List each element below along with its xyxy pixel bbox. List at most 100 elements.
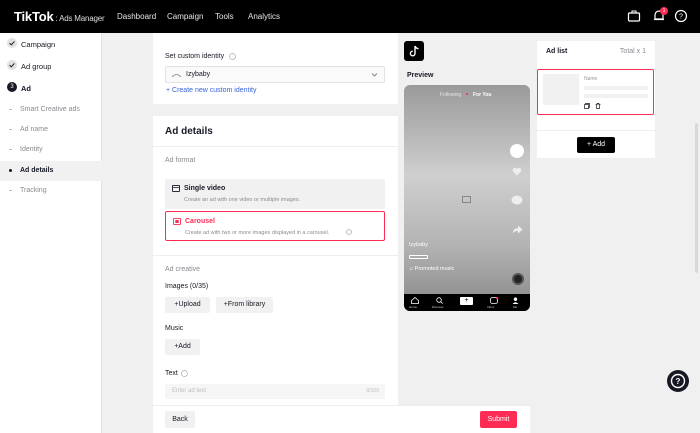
- avatar: [172, 74, 181, 78]
- identity-select[interactable]: Izybaby: [165, 66, 385, 83]
- notification-badge: 1: [660, 7, 668, 15]
- sidebar-item-label: Ad name: [20, 126, 49, 133]
- info-icon[interactable]: [229, 53, 236, 60]
- submit-button[interactable]: Submit: [480, 411, 517, 428]
- create-identity-link[interactable]: + Create new custom identity: [166, 87, 256, 94]
- scrollbar-thumb[interactable]: [695, 123, 698, 273]
- add-music-button[interactable]: +Add: [165, 339, 200, 355]
- format-carousel[interactable]: Carousel Create ad with two or more imag…: [165, 211, 385, 241]
- live-dot: [466, 93, 468, 95]
- format-single-video[interactable]: Single video Create an ad with one video…: [165, 179, 385, 209]
- sidebar-item-tracking[interactable]: Tracking: [0, 181, 102, 201]
- scrollbar[interactable]: [693, 33, 700, 433]
- ad-name-bar: [584, 86, 648, 90]
- tiktok-icon: [404, 41, 424, 61]
- share-icon: [512, 225, 523, 234]
- divider: [537, 130, 655, 131]
- text-label: Text: [165, 370, 178, 377]
- help-icon[interactable]: ?: [674, 9, 688, 23]
- promoted-music-label: ♫ Promoted music: [409, 266, 455, 272]
- step-campaign[interactable]: Campaign: [0, 33, 102, 55]
- tab-following: Following: [440, 92, 462, 98]
- divider: [9, 129, 12, 130]
- nav-discover-label: Discover: [432, 305, 444, 309]
- help-chat-icon[interactable]: ?: [667, 370, 689, 392]
- nav-home-label: Home: [409, 305, 418, 309]
- ad-thumbnail: [543, 74, 579, 105]
- step-label: Campaign: [21, 40, 56, 49]
- comment-icon: [511, 195, 523, 205]
- nav-dashboard[interactable]: Dashboard: [117, 12, 156, 21]
- sidebar-item-label: Tracking: [20, 187, 47, 194]
- inbox-icon: [490, 297, 498, 304]
- copy-icon[interactable]: [584, 103, 590, 109]
- svg-text:?: ?: [676, 377, 681, 386]
- step-label: Ad: [21, 84, 31, 93]
- ad-list-item[interactable]: Name: [537, 69, 654, 115]
- chevron-down-icon: [371, 73, 378, 77]
- ad-name-bar: [584, 94, 648, 98]
- ad-text-input[interactable]: Enter ad text 0/100: [165, 384, 385, 399]
- format-description: Create ad with two or more images displa…: [185, 230, 330, 236]
- sidebar-item-ad-name[interactable]: Ad name: [0, 120, 102, 140]
- divider: [9, 109, 12, 110]
- format-title: Carousel: [185, 218, 215, 225]
- upload-button[interactable]: +Upload: [165, 297, 210, 313]
- logo-text: TikTok: [14, 9, 54, 24]
- info-icon[interactable]: [181, 370, 188, 377]
- step-label: Ad group: [21, 62, 52, 71]
- heart-icon: [512, 167, 522, 176]
- sidebar-item-label: Smart Creative ads: [20, 106, 80, 113]
- logo-subtitle: : Ads Manager: [55, 14, 105, 23]
- ad-list-total: Total x 1: [619, 48, 646, 55]
- divider: [9, 149, 12, 150]
- nav-tools[interactable]: Tools: [215, 12, 234, 21]
- footer-bar: Back Submit: [153, 405, 530, 433]
- step-ad[interactable]: 3 Ad: [0, 77, 102, 99]
- format-description: Create an ad with one video or multiple …: [184, 197, 301, 203]
- create-icon: +: [460, 297, 473, 305]
- sidebar-item-identity[interactable]: Identity: [0, 140, 102, 160]
- step-number: 3: [7, 82, 17, 92]
- check-icon: [7, 38, 17, 48]
- svg-text:?: ?: [679, 14, 683, 21]
- check-icon: [7, 60, 17, 70]
- phone-bottom-nav: Home Discover + Inbox Me: [404, 294, 530, 311]
- ad-format-label: Ad format: [165, 157, 196, 164]
- divider: [153, 255, 398, 256]
- carousel-icon: [173, 218, 181, 225]
- divider: [153, 146, 398, 147]
- delete-icon[interactable]: [595, 103, 601, 109]
- top-navigation-bar: TikTok: Ads Manager Dashboard Campaign T…: [0, 0, 700, 33]
- caption-bar: [409, 255, 428, 259]
- add-ad-button[interactable]: + Add: [577, 137, 615, 153]
- sidebar-item-smart-creative-ads[interactable]: Smart Creative ads: [0, 100, 102, 120]
- info-icon[interactable]: [346, 229, 352, 235]
- character-counter: 0/100: [366, 388, 379, 394]
- ad-creative-label: Ad creative: [165, 266, 201, 273]
- phone-preview: Following For You Izybaby ♫ Promoted mus…: [404, 85, 530, 311]
- tiktok-logo[interactable]: TikTok: Ads Manager: [14, 9, 105, 24]
- search-icon: [436, 297, 443, 304]
- ad-name-label: Name: [584, 76, 598, 82]
- identity-label: Set custom identity: [165, 53, 225, 60]
- ad-list-title: Ad list: [546, 48, 568, 55]
- nav-me-label: Me: [513, 305, 518, 309]
- preview-account-name: Izybaby: [409, 242, 428, 248]
- briefcase-icon[interactable]: [627, 9, 641, 23]
- back-button[interactable]: Back: [165, 411, 195, 428]
- tab-for-you: For You: [473, 92, 492, 98]
- identity-value: Izybaby: [186, 71, 211, 78]
- sidebar-item-label: Identity: [20, 146, 43, 153]
- video-icon: [172, 185, 180, 192]
- from-library-button[interactable]: +From library: [216, 297, 273, 313]
- sidebar-item-ad-details[interactable]: Ad details: [0, 161, 102, 181]
- preview-label: Preview: [407, 72, 434, 79]
- nav-campaign[interactable]: Campaign: [167, 12, 203, 21]
- music-label: Music: [165, 325, 184, 332]
- nav-analytics[interactable]: Analytics: [248, 12, 280, 21]
- image-placeholder-icon: [462, 196, 471, 203]
- active-dot: [9, 169, 12, 172]
- avatar: [510, 144, 524, 158]
- step-ad-group[interactable]: Ad group: [0, 55, 102, 77]
